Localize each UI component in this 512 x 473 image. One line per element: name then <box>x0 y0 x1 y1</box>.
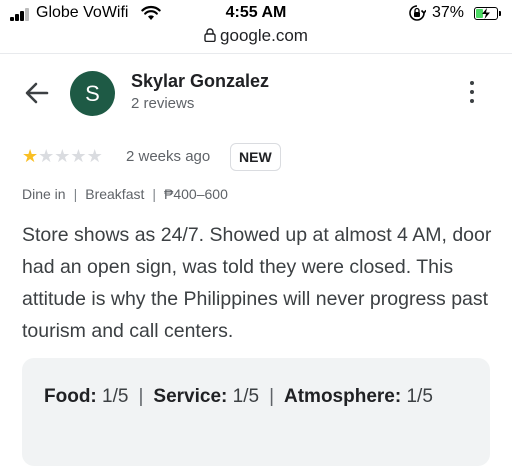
orientation-lock-icon <box>408 4 427 27</box>
url-text: google.com <box>220 26 308 45</box>
battery-tip <box>499 11 501 16</box>
battery-icon <box>474 7 498 20</box>
sub-rating-value-food: 1/5 <box>102 386 129 407</box>
star-icon: ★ <box>86 146 103 166</box>
new-badge: NEW <box>230 143 281 171</box>
divider <box>0 53 512 54</box>
star-icon: ★ <box>54 146 71 166</box>
meta-dining-mode: Dine in <box>22 186 66 202</box>
meta-price-range: ₱400–600 <box>164 186 228 202</box>
star-icon: ★ <box>38 146 55 166</box>
sub-rating-label-service: Service: <box>153 386 228 407</box>
avatar[interactable]: S <box>70 71 115 116</box>
more-options-button[interactable] <box>462 78 482 108</box>
sub-rating-value-atmosphere: 1/5 <box>406 386 433 407</box>
sub-ratings: Food: 1/5 | Service: 1/5 | Atmosphere: 1/5 <box>44 380 474 413</box>
status-bar: Globe VoWifi 4:55 AM 37% <box>0 0 512 26</box>
sub-ratings-panel: Food: 1/5 | Service: 1/5 | Atmosphere: 1/5 <box>22 358 490 466</box>
reviewer-review-count: 2 reviews <box>131 95 195 112</box>
url-bar[interactable]: google.com <box>0 26 512 48</box>
sub-rating-label-food: Food: <box>44 386 97 407</box>
lock-icon <box>204 28 216 43</box>
sub-rating-value-service: 1/5 <box>232 386 260 407</box>
back-arrow-icon <box>25 82 49 104</box>
sub-rating-label-atmosphere: Atmosphere: <box>284 386 402 407</box>
battery-percent: 37% <box>432 4 465 21</box>
reviewer-name[interactable]: Skylar Gonzalez <box>131 71 269 92</box>
meta-separator: | <box>152 186 157 202</box>
review-text: Store shows as 24/7. Showed up at almost… <box>22 224 492 342</box>
sub-rating-separator: | <box>138 386 144 407</box>
back-button[interactable] <box>22 78 52 108</box>
sub-rating-separator: | <box>269 386 274 407</box>
charging-icon <box>482 8 490 19</box>
meta-separator: | <box>73 186 78 202</box>
star-icon: ★ <box>70 146 87 166</box>
review-age: 2 weeks ago <box>126 148 211 165</box>
star-rating: ★★★★★ <box>22 146 103 167</box>
star-icon: ★ <box>22 146 39 166</box>
review-meta: Dine in | Breakfast | ₱400–600 <box>22 186 228 202</box>
meta-meal-type: Breakfast <box>85 186 145 202</box>
